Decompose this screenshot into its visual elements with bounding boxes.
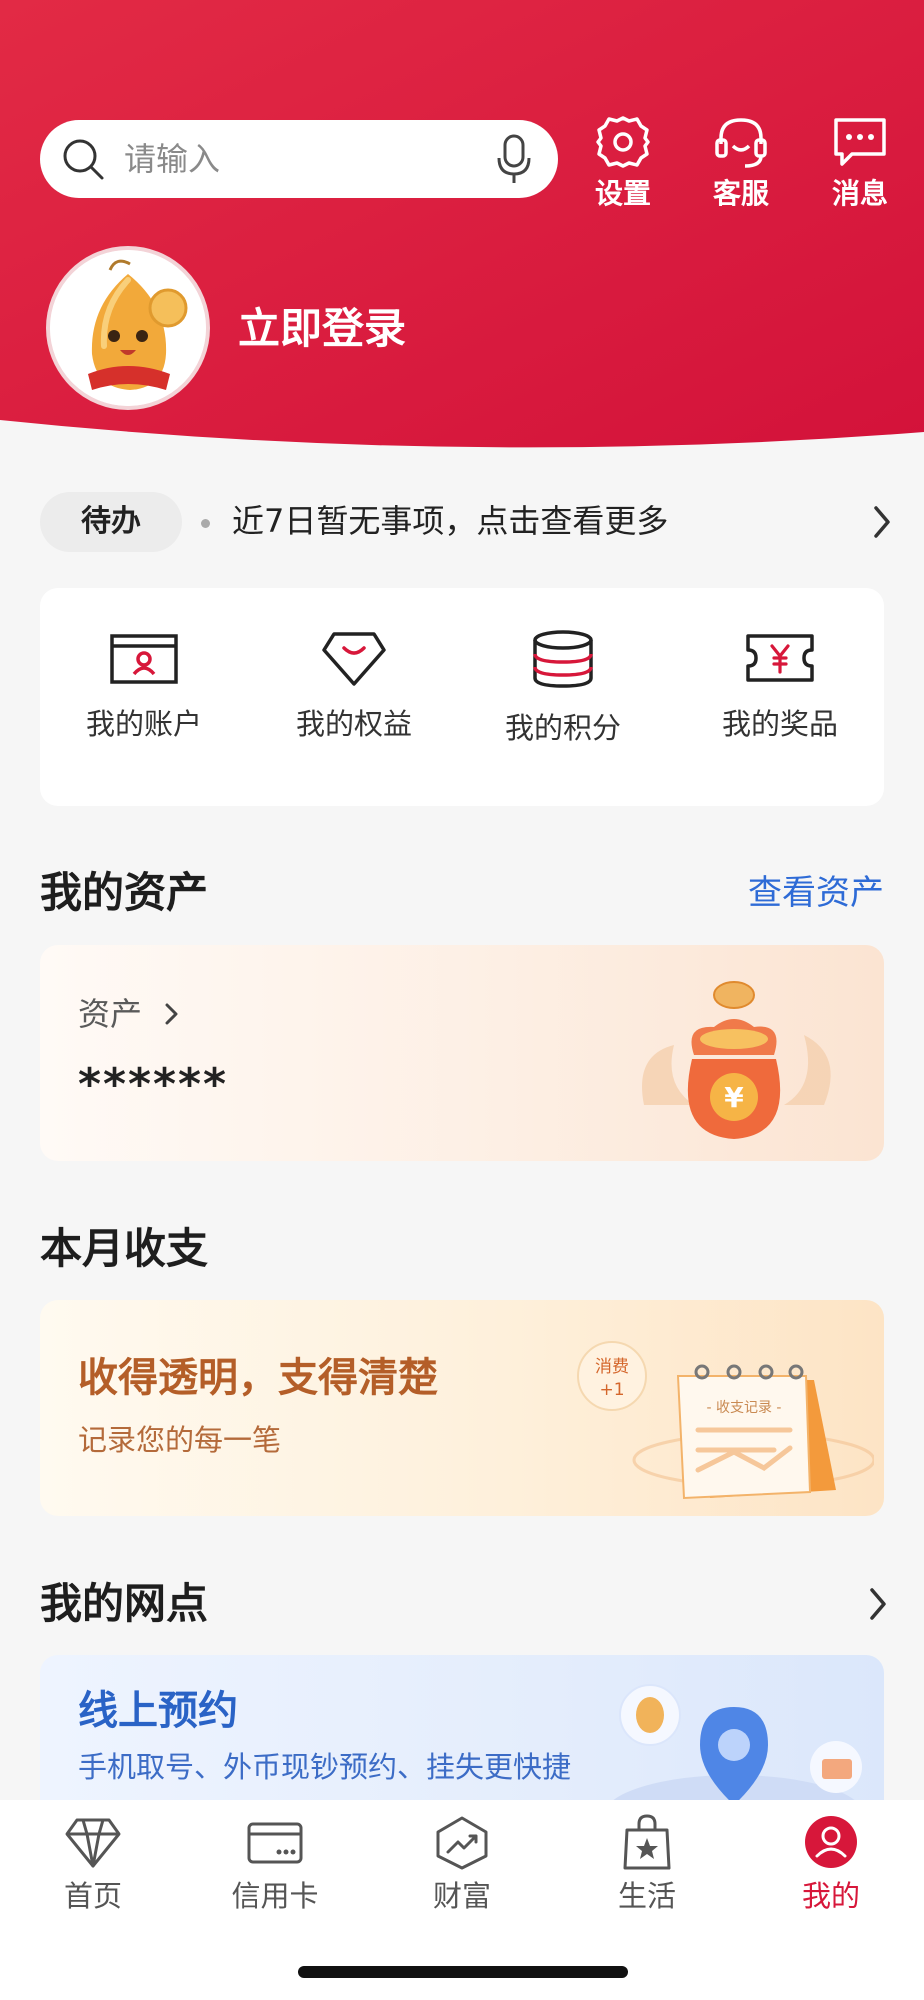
branch-card-subtitle: 手机取号、外币现钞预约、挂失更快捷 <box>78 1750 572 1784</box>
my-points-label: 我的积分 <box>504 711 621 745</box>
profile-header: 请输入 设置 客服 消息 立即登录 <box>0 0 924 450</box>
view-assets-link[interactable]: 查看资产 <box>748 866 884 920</box>
search-icon <box>63 139 104 180</box>
my-account-label: 我的账户 <box>85 707 202 741</box>
income-card-title: 收得透明，支得清楚 <box>78 1355 438 1401</box>
income-card-subtitle: 记录您的每一笔 <box>78 1423 282 1457</box>
quick-access-card: 我的账户 我的权益 我的积分 我的奖品 <box>40 588 884 806</box>
bubble-bottom-text: +1 <box>599 1380 624 1400</box>
account-card-icon <box>110 634 178 684</box>
money-bag-illustration: ¥ <box>642 981 831 1139</box>
my-account-button[interactable]: 我的账户 <box>54 628 234 768</box>
avatar[interactable] <box>46 246 210 410</box>
login-link[interactable]: 立即登录 <box>238 302 406 356</box>
calendar-record-illustration: 消费 +1 - 收支记录 - <box>577 1341 874 1500</box>
shopping-bag-icon <box>623 1814 671 1870</box>
location-pin-illustration <box>613 1684 862 1800</box>
bubble-top-text: 消费 <box>595 1357 629 1377</box>
customer-service-button[interactable]: 客服 <box>693 112 789 212</box>
my-prizes-label: 我的奖品 <box>721 707 838 741</box>
svg-text:¥: ¥ <box>724 1081 744 1114</box>
tab-credit-card[interactable]: 信用卡 <box>200 1814 350 1924</box>
branch-card-title: 线上预约 <box>78 1688 238 1734</box>
my-benefits-label: 我的权益 <box>295 707 412 741</box>
headset-icon <box>715 118 767 168</box>
user-profile-icon <box>805 1816 857 1868</box>
income-section-title: 本月收支 <box>40 1224 209 1273</box>
calendar-label: - 收支记录 - <box>706 1400 781 1416</box>
search-bar[interactable]: 请输入 <box>40 120 558 198</box>
income-card[interactable]: 收得透明，支得清楚 记录您的每一笔 消费 +1 - 收支记录 - <box>40 1300 884 1516</box>
todo-text: 近7日暂无事项，点击查看更多 <box>232 502 669 540</box>
message-icon <box>834 118 886 166</box>
gear-icon <box>596 116 650 168</box>
messages-button[interactable]: 消息 <box>812 112 908 212</box>
tab-life-label: 生活 <box>617 1879 676 1913</box>
diamond-home-icon <box>65 1818 121 1868</box>
messages-label: 消息 <box>831 177 888 210</box>
credit-card-icon <box>247 1822 303 1864</box>
tab-home[interactable]: 首页 <box>18 1814 168 1924</box>
wealth-chart-icon <box>436 1816 488 1870</box>
branch-section-title: 我的网点 <box>40 1579 209 1628</box>
assets-value-masked: ****** <box>78 1059 229 1110</box>
tab-credit-card-label: 信用卡 <box>231 1879 319 1913</box>
my-benefits-button[interactable]: 我的权益 <box>264 628 444 768</box>
chevron-right-icon <box>874 506 890 538</box>
prize-ticket-icon <box>746 634 814 682</box>
tab-mine-label: 我的 <box>801 1879 860 1913</box>
todo-badge: 待办 <box>40 492 182 552</box>
todo-dot <box>201 519 210 528</box>
assets-card[interactable]: 资产 ****** ¥ <box>40 945 884 1161</box>
search-input[interactable]: 请输入 <box>124 136 220 182</box>
points-coins-icon <box>533 630 593 688</box>
customer-service-label: 客服 <box>712 177 769 210</box>
settings-button[interactable]: 设置 <box>575 112 671 212</box>
tab-wealth-label: 财富 <box>432 1879 491 1913</box>
assets-label: 资产 <box>78 995 143 1033</box>
online-appointment-card[interactable]: 线上预约 手机取号、外币现钞预约、挂失更快捷 <box>40 1655 884 1800</box>
tab-mine[interactable]: 我的 <box>756 1814 906 1924</box>
microphone-icon[interactable] <box>494 132 534 186</box>
assets-section-title: 我的资产 <box>40 868 209 917</box>
home-indicator[interactable] <box>298 1966 628 1978</box>
diamond-benefit-icon <box>322 632 386 686</box>
todo-bar[interactable]: 待办 近7日暂无事项，点击查看更多 <box>0 480 924 560</box>
tab-wealth[interactable]: 财富 <box>387 1814 537 1924</box>
chevron-right-icon[interactable] <box>864 1582 892 1626</box>
assets-label-row[interactable]: 资产 <box>78 993 182 1035</box>
my-points-button[interactable]: 我的积分 <box>473 628 653 768</box>
my-prizes-button[interactable]: 我的奖品 <box>690 628 870 768</box>
tab-life[interactable]: 生活 <box>572 1814 722 1924</box>
settings-label: 设置 <box>594 177 651 210</box>
chevron-right-icon <box>165 1003 178 1025</box>
tab-home-label: 首页 <box>63 1879 122 1913</box>
mascot-avatar-image <box>50 250 206 406</box>
